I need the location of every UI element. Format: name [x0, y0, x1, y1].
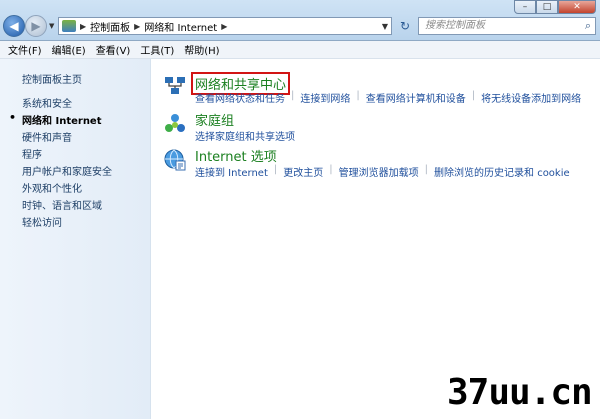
menu-file[interactable]: 文件(F) [8, 42, 42, 57]
sidebar-item-network-internet[interactable]: 网络和 Internet [9, 111, 112, 129]
link-divider: | [329, 164, 333, 175]
sidebar-item-programs[interactable]: 程序 [22, 146, 112, 163]
chevron-right-icon[interactable]: ▶ [134, 22, 140, 31]
sidebar-home-link[interactable]: 控制面板主页 [22, 71, 82, 86]
sidebar-item-ease-of-access[interactable]: 轻松访问 [22, 214, 112, 231]
sidebar-item-user-accounts[interactable]: 用户帐户和家庭安全 [22, 163, 112, 180]
breadcrumb-network-internet[interactable]: 网络和 Internet [144, 19, 217, 34]
network-sharing-links: 查看网络状态和任务 | 连接到网络 | 查看网络计算机和设备 | 将无线设备添加… [195, 90, 581, 105]
menu-tools[interactable]: 工具(T) [140, 42, 174, 57]
connect-to-network-link[interactable]: 连接到网络 [300, 90, 350, 105]
internet-options-links: 连接到 Internet | 更改主页 | 管理浏览器加载项 | 删除浏览的历史… [195, 164, 570, 179]
internet-options-link[interactable]: Internet 选项 [195, 146, 277, 165]
link-divider: | [424, 164, 429, 175]
forward-button[interactable]: ▶ [25, 15, 47, 37]
control-panel-icon [62, 20, 76, 32]
view-network-computers-link[interactable]: 查看网络计算机和设备 [366, 90, 466, 105]
maximize-button[interactable]: □ [536, 0, 558, 14]
recent-pages-dropdown[interactable]: ▼ [49, 22, 54, 30]
search-input[interactable]: 搜索控制面板 ⌕ [418, 17, 596, 35]
sidebar-item-system-security[interactable]: 系统和安全 [22, 95, 112, 112]
view-network-status-link[interactable]: 查看网络状态和任务 [195, 90, 285, 105]
chevron-down-icon[interactable]: ▼ [382, 22, 388, 31]
network-sharing-icon [165, 77, 185, 94]
back-button[interactable]: ◀ [3, 15, 25, 37]
sidebar-list: 系统和安全 网络和 Internet 硬件和声音 程序 用户帐户和家庭安全 外观… [9, 95, 112, 231]
menu-view[interactable]: 查看(V) [96, 42, 131, 57]
watermark: 37uu.cn [447, 372, 593, 413]
sidebar: 控制面板主页 系统和安全 网络和 Internet 硬件和声音 程序 用户帐户和… [0, 59, 151, 419]
add-wireless-device-link[interactable]: 将无线设备添加到网络 [481, 90, 581, 105]
refresh-button[interactable]: ↻ [395, 17, 415, 35]
link-divider: | [471, 90, 476, 101]
arrow-right-icon: ▶ [31, 19, 41, 33]
link-divider: | [291, 90, 295, 101]
sidebar-item-clock-language[interactable]: 时钟、语言和区域 [22, 197, 112, 214]
homegroup-sharing-options-link[interactable]: 选择家庭组和共享选项 [195, 128, 295, 143]
breadcrumb-control-panel[interactable]: 控制面板 [90, 19, 130, 34]
link-divider: | [273, 164, 278, 175]
search-placeholder: 搜索控制面板 [425, 20, 485, 31]
link-divider: | [356, 90, 360, 101]
menu-edit[interactable]: 编辑(E) [52, 42, 86, 57]
menu-help[interactable]: 帮助(H) [184, 42, 219, 57]
connect-to-internet-link[interactable]: 连接到 Internet [195, 164, 268, 179]
homegroup-links: 选择家庭组和共享选项 [195, 128, 295, 143]
title-bar: – □ ✕ ◀ ▶ ▼ ▶ 控制面板 ▶ 网络和 Internet ▶ ▼ ↻ … [0, 0, 600, 41]
internet-options-icon [164, 149, 186, 171]
delete-history-link[interactable]: 删除浏览的历史记录和 cookie [434, 164, 570, 179]
menu-bar: 文件(F) 编辑(E) 查看(V) 工具(T) 帮助(H) [0, 41, 600, 59]
close-button[interactable]: ✕ [558, 0, 596, 14]
manage-addons-link[interactable]: 管理浏览器加载项 [339, 164, 419, 179]
homegroup-icon [165, 114, 185, 132]
search-icon[interactable]: ⌕ [585, 18, 591, 34]
address-bar[interactable]: ▶ 控制面板 ▶ 网络和 Internet ▶ ▼ [58, 17, 392, 35]
sidebar-item-appearance[interactable]: 外观和个性化 [22, 180, 112, 197]
homegroup-link[interactable]: 家庭组 [195, 110, 234, 129]
chevron-right-icon[interactable]: ▶ [221, 22, 227, 31]
main-content: 网络和共享中心 查看网络状态和任务 | 连接到网络 | 查看网络计算机和设备 |… [151, 59, 600, 419]
minimize-button[interactable]: – [514, 0, 536, 14]
window-controls: – □ ✕ [514, 0, 596, 14]
refresh-icon: ↻ [399, 19, 411, 33]
change-homepage-link[interactable]: 更改主页 [283, 164, 323, 179]
arrow-left-icon: ◀ [9, 19, 19, 33]
chevron-right-icon[interactable]: ▶ [80, 22, 86, 31]
sidebar-item-hardware-sound[interactable]: 硬件和声音 [22, 129, 112, 146]
